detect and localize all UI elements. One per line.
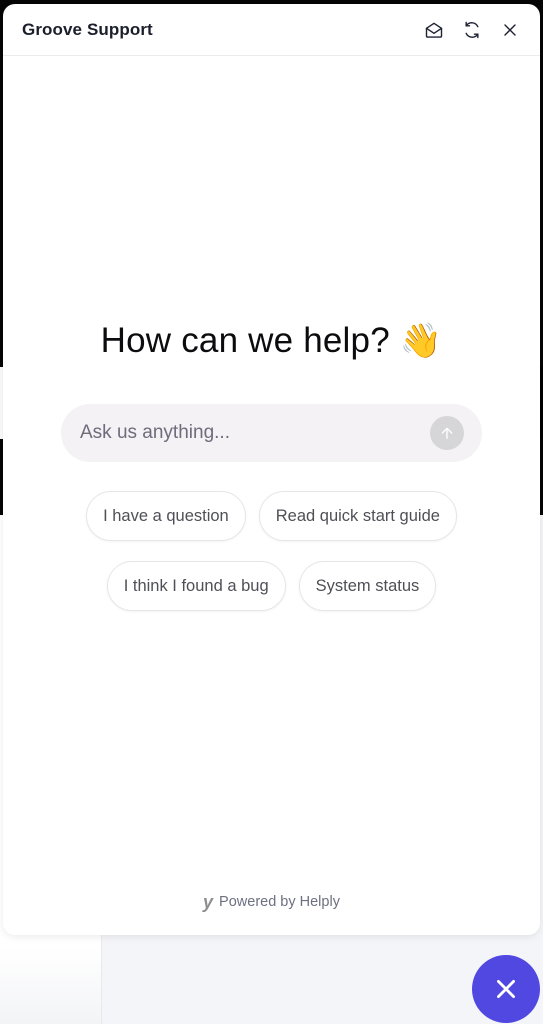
quick-reply-quick-start-guide[interactable]: Read quick start guide — [258, 491, 457, 541]
close-icon — [504, 23, 516, 36]
refresh-icon — [465, 21, 479, 38]
quick-reply-found-bug[interactable]: I think I found a bug — [106, 561, 286, 611]
close-widget-button[interactable] — [498, 18, 522, 42]
support-widget: Groove Support How can we help? 👋 Ask us… — [3, 4, 540, 935]
close-icon — [497, 980, 515, 998]
powered-by-link[interactable]: y Powered by Helply — [3, 893, 540, 911]
arrow-up-icon — [441, 427, 453, 439]
ask-input[interactable] — [80, 422, 430, 444]
inbox-button[interactable] — [422, 18, 446, 42]
envelope-open-icon — [425, 22, 443, 38]
ask-box — [61, 404, 482, 462]
restart-button[interactable] — [460, 18, 484, 42]
quick-reply-row: I think I found a bug System status — [106, 561, 437, 611]
helply-logo-icon: y — [203, 892, 214, 912]
powered-by-text: Powered by Helply — [219, 894, 340, 910]
quick-reply-system-status[interactable]: System status — [298, 561, 437, 611]
headline-text: How can we help? — [100, 321, 390, 360]
waving-hand-icon: 👋 — [399, 322, 443, 360]
header-actions — [422, 18, 522, 42]
launcher-close-button[interactable] — [472, 955, 540, 1023]
quick-reply-row: I have a question Read quick start guide — [86, 491, 457, 541]
quick-replies: I have a question Read quick start guide… — [3, 491, 540, 611]
quick-reply-have-question[interactable]: I have a question — [86, 491, 246, 541]
widget-title: Groove Support — [22, 19, 153, 39]
widget-header: Groove Support — [3, 4, 540, 56]
headline: How can we help? 👋 — [3, 321, 540, 361]
send-button[interactable] — [430, 416, 464, 450]
widget-body: How can we help? 👋 I have a question Rea… — [3, 57, 540, 935]
